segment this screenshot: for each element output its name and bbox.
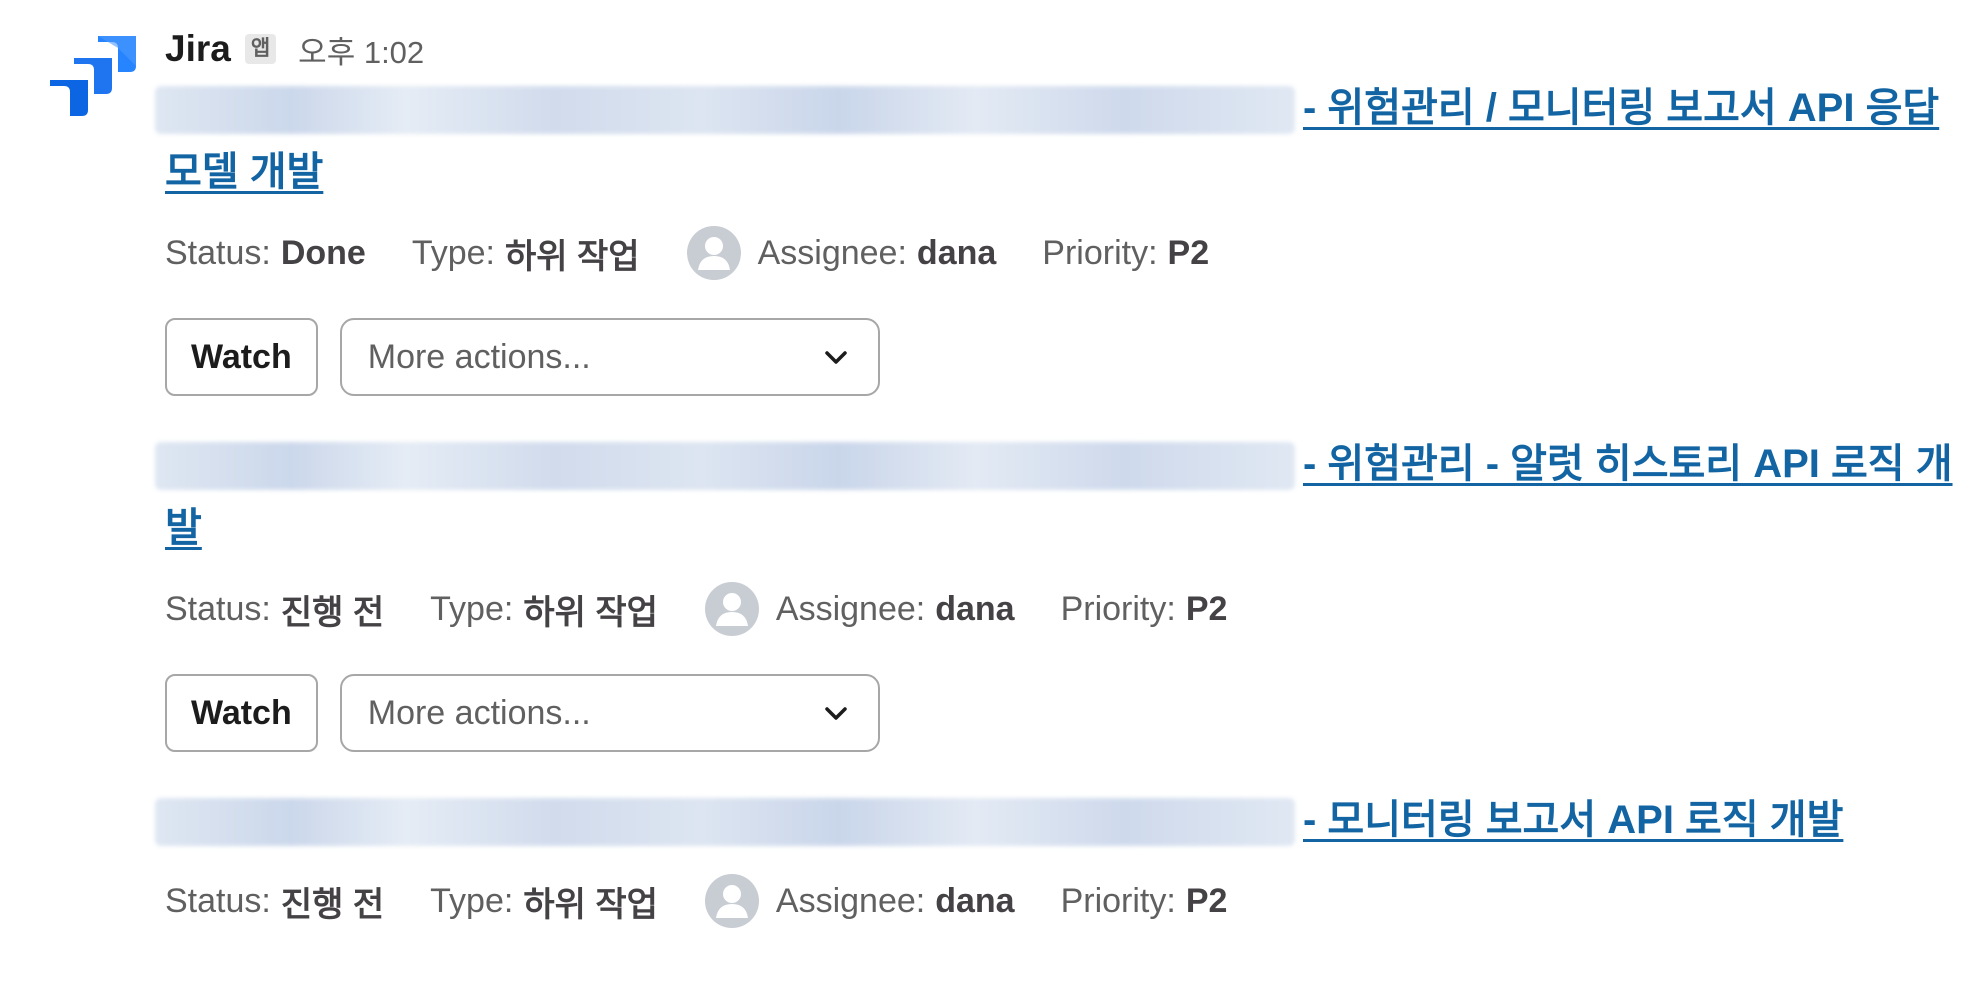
type-label: Type:: [430, 881, 514, 920]
priority-field: Priority: P2: [1061, 590, 1228, 629]
status-value: 진행 전: [280, 885, 385, 924]
assignee-label: Assignee:: [757, 233, 907, 272]
type-value: 하위 작업: [523, 885, 658, 924]
redacted-issue-key: [155, 798, 1295, 847]
priority-field: Priority: P2: [1061, 882, 1228, 921]
priority-field: Priority: P2: [1042, 234, 1209, 273]
priority-label: Priority:: [1060, 589, 1176, 628]
issue-fields: Status: Done Type: 하위 작업 Assignee: dana …: [165, 218, 1965, 288]
type-value: 하위 작업: [505, 237, 640, 276]
issue-title: - 위험관리 / 모니터링 보고서 API 응답 모델 개발: [155, 76, 1965, 204]
more-actions-select[interactable]: More actions...: [339, 674, 880, 752]
assignee-label: Assignee:: [775, 881, 926, 920]
priority-label: Priority:: [1042, 233, 1158, 272]
priority-value: P2: [1185, 589, 1228, 628]
more-actions-label: More actions...: [367, 693, 591, 732]
type-label: Type:: [430, 589, 514, 628]
status-label: Status:: [165, 589, 271, 628]
redacted-issue-key: [155, 442, 1295, 491]
priority-value: P2: [1167, 233, 1210, 272]
chevron-down-icon: [825, 351, 847, 364]
type-field: Type: 하위 작업: [430, 877, 658, 926]
type-label: Type:: [411, 233, 496, 272]
chevron-down-icon: [825, 707, 847, 720]
assignee-field: Assignee: dana: [686, 225, 997, 281]
more-actions-select[interactable]: More actions...: [339, 318, 880, 396]
assignee-value: dana: [935, 589, 1015, 628]
timestamp[interactable]: 오후 1:02: [298, 27, 424, 72]
issue-fields: Status: 진행 전 Type: 하위 작업 Assignee: dana …: [165, 866, 1965, 936]
jira-app-avatar[interactable]: [40, 28, 142, 130]
status-label: Status:: [165, 233, 271, 272]
assignee-field: Assignee: dana: [704, 873, 1015, 929]
status-label: Status:: [165, 881, 271, 920]
assignee-label: Assignee:: [775, 589, 926, 628]
watch-button[interactable]: Watch: [165, 674, 318, 752]
redacted-issue-key: [155, 86, 1295, 135]
issue-card: - 위험관리 - 알럿 히스토리 API 로직 개발 Status: 진행 전 …: [155, 432, 1965, 752]
message-header: Jira 앱 오후 1:02: [165, 22, 1965, 76]
issue-link[interactable]: - 모니터링 보고서 API 로직 개발: [1303, 798, 1843, 842]
type-field: Type: 하위 작업: [412, 229, 640, 278]
status-field: Status: 진행 전: [165, 585, 384, 634]
type-field: Type: 하위 작업: [430, 585, 658, 634]
status-field: Status: 진행 전: [165, 877, 384, 926]
app-badge: 앱: [244, 34, 277, 64]
priority-value: P2: [1185, 881, 1228, 920]
issue-actions: Watch More actions...: [165, 674, 1965, 752]
app-name[interactable]: Jira: [165, 28, 231, 70]
more-actions-label: More actions...: [367, 337, 591, 376]
assignee-value: dana: [916, 233, 997, 272]
status-value: 진행 전: [280, 593, 385, 632]
status-field: Status: Done: [165, 234, 366, 273]
jira-logo-icon: [50, 36, 136, 116]
issue-title: - 위험관리 - 알럿 히스토리 API 로직 개발: [155, 432, 1965, 560]
message: Jira 앱 오후 1:02 - 위험관리 / 모니터링 보고서 API 응답 …: [155, 22, 1965, 936]
issue-card: - 모니터링 보고서 API 로직 개발 Status: 진행 전 Type: …: [155, 788, 1965, 936]
priority-label: Priority:: [1060, 881, 1176, 920]
user-avatar-icon: [686, 225, 742, 281]
user-avatar-icon: [704, 873, 760, 929]
assignee-field: Assignee: dana: [704, 581, 1015, 637]
issue-actions: Watch More actions...: [165, 318, 1965, 396]
issue-title: - 모니터링 보고서 API 로직 개발: [155, 788, 1965, 852]
issue-fields: Status: 진행 전 Type: 하위 작업 Assignee: dana …: [165, 574, 1965, 644]
user-avatar-icon: [704, 581, 760, 637]
type-value: 하위 작업: [523, 593, 658, 632]
watch-button[interactable]: Watch: [165, 318, 318, 396]
issue-card: - 위험관리 / 모니터링 보고서 API 응답 모델 개발 Status: D…: [155, 76, 1965, 396]
status-value: Done: [280, 233, 366, 272]
assignee-value: dana: [935, 881, 1015, 920]
